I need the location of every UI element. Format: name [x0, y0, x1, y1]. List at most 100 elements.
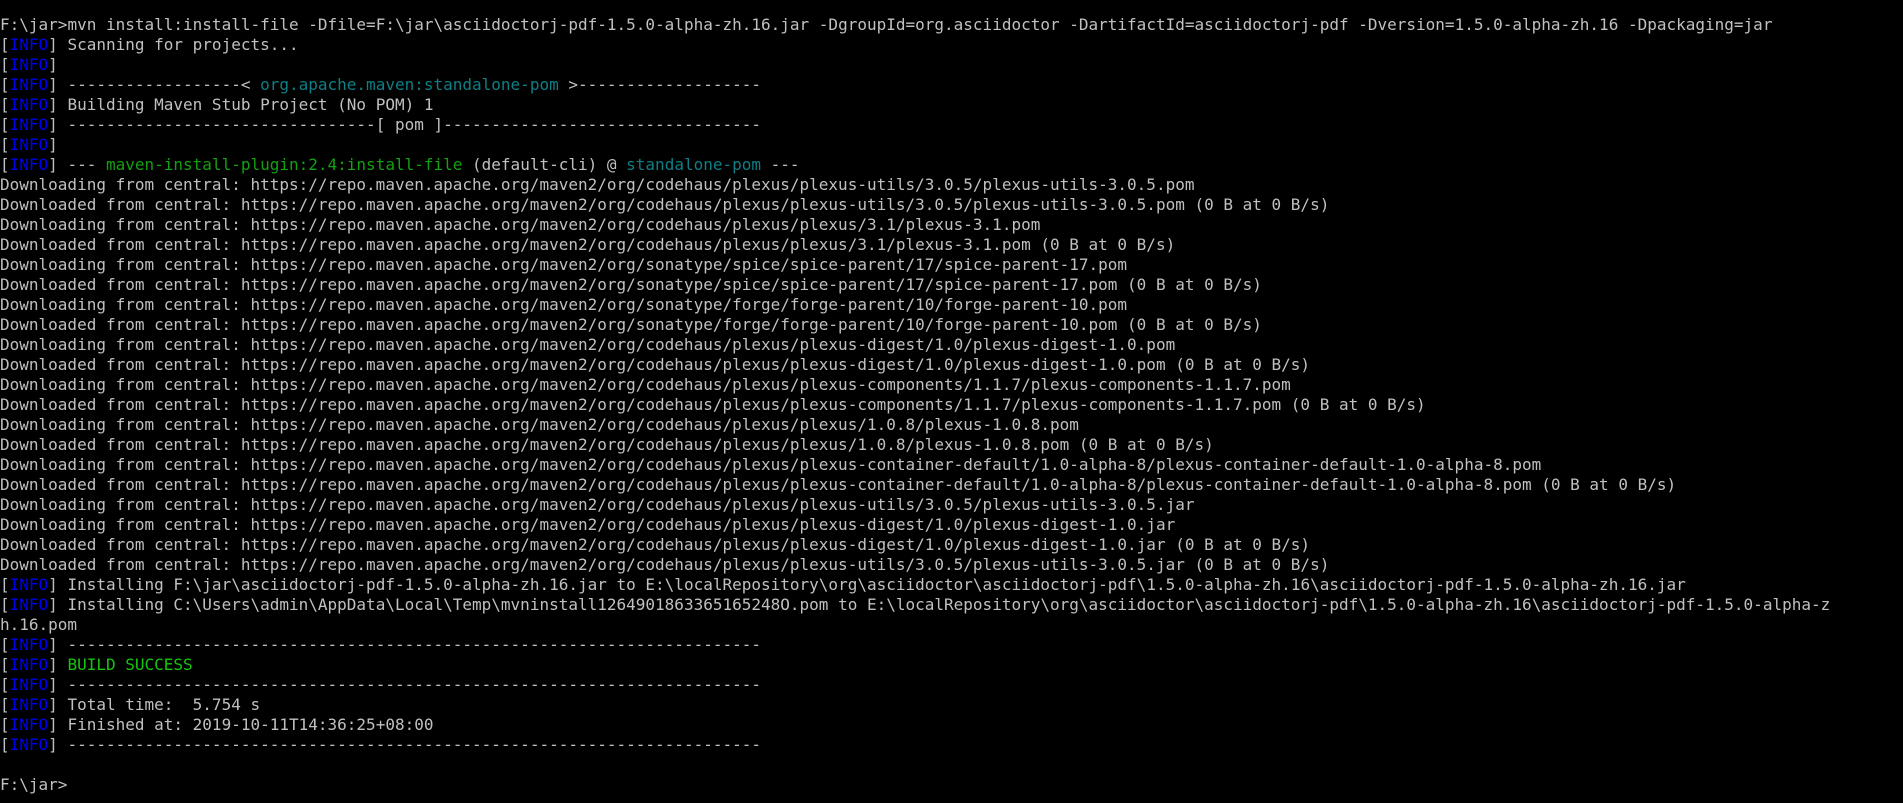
plugin-exec: (default-cli) @	[462, 155, 627, 174]
final-prompt[interactable]: F:\jar>	[0, 775, 1903, 795]
info-bracket-close: ]	[48, 575, 68, 594]
info-tag: INFO	[9, 635, 49, 654]
info-bracket-open: [	[0, 55, 10, 74]
download-line: Downloading from central: https://repo.m…	[0, 375, 1291, 394]
info-tag: INFO	[9, 595, 49, 614]
download-line: Downloaded from central: https://repo.ma…	[0, 395, 1426, 414]
download-line: Downloaded from central: https://repo.ma…	[0, 275, 1262, 294]
info-bracket-open: [	[0, 75, 10, 94]
log-line: [INFO]	[0, 55, 1903, 75]
building-text: Building Maven Stub Project (No POM) 1	[67, 95, 434, 114]
plugin-suffix: ---	[761, 155, 800, 174]
log-line: [INFO] Total time: 5.754 s	[0, 695, 1903, 715]
install-text: Installing C:\Users\admin\AppData\Local\…	[67, 595, 1831, 614]
log-line: [INFO] Building Maven Stub Project (No P…	[0, 95, 1903, 115]
rule: ----------------------------------------…	[67, 735, 761, 754]
install-text: Installing F:\jar\asciidoctorj-pdf-1.5.0…	[67, 575, 1686, 594]
download-line: Downloading from central: https://repo.m…	[0, 255, 1128, 274]
finished-at: Finished at: 2019-10-11T14:36:25+08:00	[67, 715, 434, 734]
info-tag: INFO	[9, 655, 49, 674]
download-line: Downloaded from central: https://repo.ma…	[0, 195, 1330, 214]
info-bracket-close: ]	[48, 635, 68, 654]
log-line: [INFO] Installing F:\jar\asciidoctorj-pd…	[0, 575, 1903, 595]
info-bracket-open: [	[0, 155, 10, 174]
info-tag: INFO	[9, 95, 49, 114]
download-line: Downloading from central: https://repo.m…	[0, 515, 1176, 534]
info-bracket-close: ]	[48, 55, 58, 74]
download-list: Downloading from central: https://repo.m…	[0, 175, 1903, 575]
info-bracket-close: ]	[48, 35, 68, 54]
info-bracket-open: [	[0, 135, 10, 154]
info-tag: INFO	[9, 675, 49, 694]
info-tag: INFO	[9, 715, 49, 734]
log-line: [INFO] ---------------------------------…	[0, 735, 1903, 755]
separator-right: >-------------------	[558, 75, 762, 94]
info-bracket-open: [	[0, 95, 10, 114]
log-line: [INFO] ------------------< org.apache.ma…	[0, 75, 1903, 95]
log-line: [INFO] Installing C:\Users\admin\AppData…	[0, 595, 1903, 615]
pom-separator: --------------------------------[ pom ]-…	[67, 115, 761, 134]
info-bracket-close: ]	[48, 155, 68, 174]
project-id: org.apache.maven:standalone-pom	[260, 75, 559, 94]
prompt: F:\jar>	[0, 15, 68, 34]
plugin-target: standalone-pom	[626, 155, 762, 174]
rule: ----------------------------------------…	[67, 635, 761, 654]
info-tag: INFO	[9, 575, 49, 594]
info-bracket-open: [	[0, 115, 10, 134]
info-tag: INFO	[9, 115, 49, 134]
log-line: [INFO]	[0, 135, 1903, 155]
info-bracket-close: ]	[48, 135, 58, 154]
info-tag: INFO	[9, 55, 49, 74]
terminal-window[interactable]: F:\jar>mvn install:install-file -Dfile=F…	[0, 0, 1903, 803]
info-bracket-close: ]	[48, 75, 68, 94]
download-line: Downloaded from central: https://repo.ma…	[0, 435, 1214, 454]
download-line: Downloading from central: https://repo.m…	[0, 295, 1128, 314]
download-line: Downloading from central: https://repo.m…	[0, 335, 1176, 354]
info-bracket-open: [	[0, 735, 10, 754]
separator-left: ------------------<	[67, 75, 261, 94]
plugin-name: maven-install-plugin:2.4:install-file	[105, 155, 463, 174]
command-line: F:\jar>mvn install:install-file -Dfile=F…	[0, 15, 1903, 35]
log-text: Scanning for projects...	[67, 35, 299, 54]
info-tag: INFO	[9, 695, 49, 714]
info-tag: INFO	[9, 735, 49, 754]
download-line: Downloaded from central: https://repo.ma…	[0, 315, 1262, 334]
info-tag: INFO	[9, 35, 49, 54]
log-line: [INFO] ---------------------------------…	[0, 675, 1903, 695]
log-line: [INFO] Finished at: 2019-10-11T14:36:25+…	[0, 715, 1903, 735]
download-line: Downloading from central: https://repo.m…	[0, 455, 1542, 474]
info-bracket-open: [	[0, 715, 10, 734]
info-tag: INFO	[9, 155, 49, 174]
download-line: Downloaded from central: https://repo.ma…	[0, 475, 1677, 494]
info-bracket-open: [	[0, 675, 10, 694]
info-bracket-close: ]	[48, 115, 68, 134]
rule: ----------------------------------------…	[67, 675, 761, 694]
info-tag: INFO	[9, 75, 49, 94]
log-line: [INFO] --------------------------------[…	[0, 115, 1903, 135]
info-bracket-close: ]	[48, 715, 68, 734]
download-line: Downloaded from central: https://repo.ma…	[0, 535, 1311, 554]
info-bracket-close: ]	[48, 675, 68, 694]
plugin-prefix: ---	[67, 155, 106, 174]
download-line: Downloading from central: https://repo.m…	[0, 495, 1195, 514]
download-line: Downloaded from central: https://repo.ma…	[0, 555, 1330, 574]
info-bracket-close: ]	[48, 735, 68, 754]
log-line: [INFO] Scanning for projects...	[0, 35, 1903, 55]
info-tag: INFO	[9, 135, 49, 154]
total-time: Total time: 5.754 s	[67, 695, 261, 714]
download-line: Downloaded from central: https://repo.ma…	[0, 355, 1311, 374]
info-bracket-close: ]	[48, 95, 68, 114]
build-success: BUILD SUCCESS	[67, 655, 193, 674]
download-line: Downloading from central: https://repo.m…	[0, 175, 1195, 194]
info-bracket-open: [	[0, 595, 10, 614]
download-line: Downloading from central: https://repo.m…	[0, 415, 1079, 434]
info-bracket-close: ]	[48, 595, 68, 614]
log-line: [INFO] ---------------------------------…	[0, 635, 1903, 655]
download-line: Downloading from central: https://repo.m…	[0, 215, 1041, 234]
info-bracket-open: [	[0, 635, 10, 654]
info-bracket-open: [	[0, 695, 10, 714]
info-bracket-close: ]	[48, 655, 68, 674]
download-line: Downloaded from central: https://repo.ma…	[0, 235, 1176, 254]
info-bracket-open: [	[0, 575, 10, 594]
